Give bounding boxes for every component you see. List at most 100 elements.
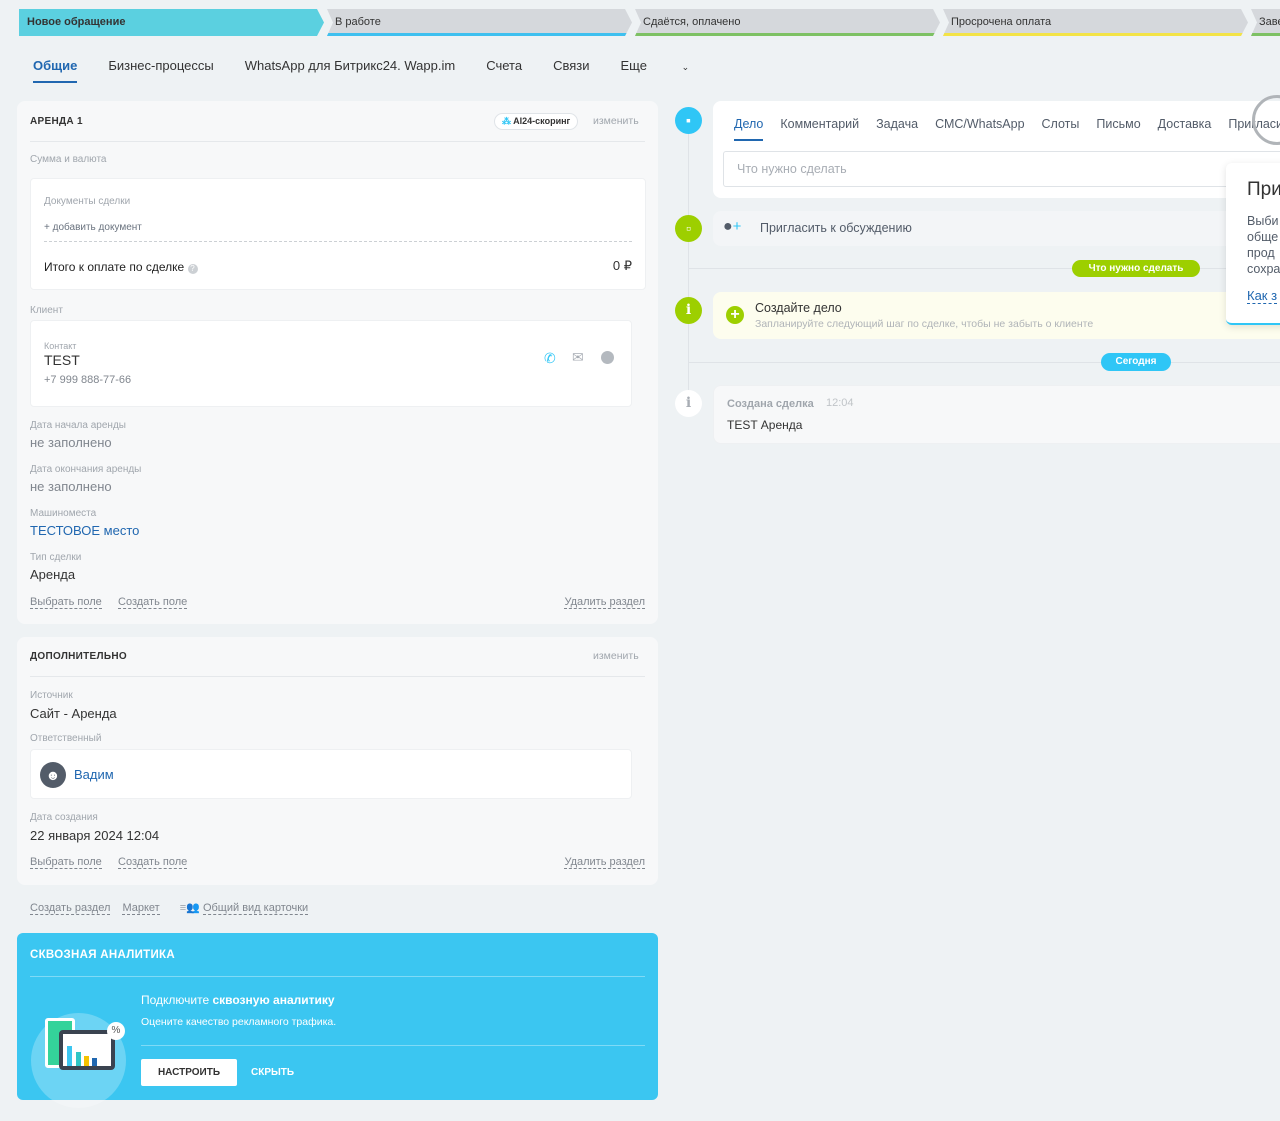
- stage-rented-paid[interactable]: Сдаётся, оплачено: [635, 9, 940, 36]
- tab-invoices[interactable]: Счета: [486, 58, 522, 83]
- contact-card: Контакт TEST +7 999 888-77-66 ✆ ✉: [30, 320, 632, 407]
- client-label: Клиент: [30, 305, 63, 316]
- section-additional: ДОПОЛНИТЕЛЬНО изменить Источник Сайт - А…: [17, 637, 658, 885]
- delete-section-link[interactable]: Удалить раздел: [564, 856, 645, 869]
- field-value: Аренда: [30, 567, 76, 582]
- stage-overdue[interactable]: Просрочена оплата: [943, 9, 1248, 36]
- stage-in-work[interactable]: В работе: [327, 9, 632, 36]
- popup-text: Выби обще прод сохра: [1247, 213, 1280, 277]
- responsible-name[interactable]: Вадим: [74, 767, 114, 782]
- scoring-icon: ⁂: [502, 116, 511, 126]
- activity-tabs: Дело Комментарий Задача СМС/WhatsApp Слоты Пи…: [734, 115, 1280, 141]
- bottom-links: Создать раздел Маркет ≡👥 Общий вид карто…: [30, 901, 309, 915]
- parking-link[interactable]: ТЕСТОВОЕ место: [30, 523, 141, 538]
- event-time: 12:04: [826, 397, 854, 409]
- today-badge: Сегодня: [1101, 353, 1171, 371]
- create-field-link[interactable]: Создать поле: [118, 856, 188, 869]
- edit-link[interactable]: изменить: [593, 650, 639, 662]
- contact-name[interactable]: TEST: [44, 352, 80, 368]
- create-subtitle: Запланируйте следующий шаг по сделке, чт…: [755, 318, 1094, 330]
- analytics-line2: Оцените качество рекламного трафика.: [141, 1016, 337, 1028]
- tab-delivery[interactable]: Доставка: [1158, 117, 1212, 131]
- tab-task[interactable]: Задача: [876, 117, 918, 131]
- tab-links[interactable]: Связи: [553, 58, 589, 83]
- tab-general[interactable]: Общие: [33, 58, 78, 83]
- timeline-line: [688, 120, 689, 410]
- deal-tabs: Общие Бизнес-процессы WhatsApp для Битри…: [33, 58, 751, 83]
- contact-label: Контакт: [44, 341, 77, 351]
- phone-icon[interactable]: ✆: [544, 350, 556, 367]
- info-icon: i: [675, 390, 702, 417]
- tab-email[interactable]: Письмо: [1096, 117, 1140, 131]
- popup-line: обще: [1247, 230, 1279, 244]
- create-activity-prompt[interactable]: + Создайте дело Запланируйте следующий ш…: [713, 292, 1280, 339]
- analytics-title: СКВОЗНАЯ АНАЛИТИКА: [30, 949, 175, 961]
- field-value: не заполнено: [30, 479, 112, 494]
- invite-label: Пригласить к обсуждению: [760, 221, 912, 235]
- invite-hint-popup: При Выби обще прод сохра Как з: [1226, 163, 1280, 325]
- market-link[interactable]: Маркет: [122, 902, 160, 915]
- field-value: не заполнено: [30, 435, 112, 450]
- popup-line: прод: [1247, 246, 1275, 260]
- delete-section-link[interactable]: Удалить раздел: [564, 596, 645, 609]
- section-rent: АРЕНДА 1 ⁂ AI24-скоринг изменить Сумма и…: [17, 101, 658, 624]
- help-icon[interactable]: ?: [187, 264, 198, 274]
- add-user-icon: ●+: [723, 218, 742, 235]
- created-value: 22 января 2024 12:04: [30, 828, 160, 843]
- tab-comment[interactable]: Комментарий: [780, 117, 859, 131]
- event-text: TEST Аренда: [727, 418, 803, 432]
- sum-label: Сумма и валюта: [30, 154, 107, 165]
- popup-title: При: [1247, 179, 1280, 200]
- activity-input[interactable]: Что нужно сделать: [723, 151, 1280, 187]
- analytics-banner: СКВОЗНАЯ АНАЛИТИКА % Подключите сквозную…: [17, 933, 658, 1108]
- setup-button[interactable]: НАСТРОИТЬ: [141, 1059, 237, 1086]
- plus-icon[interactable]: +: [726, 306, 744, 324]
- mail-icon[interactable]: ✉: [572, 349, 584, 366]
- edit-link[interactable]: изменить: [593, 115, 639, 127]
- section-title: АРЕНДА 1: [30, 116, 83, 127]
- documents-box: Документы сделки + добавить документ Ито…: [30, 178, 646, 290]
- stage-new[interactable]: Новое обращение: [19, 9, 324, 36]
- activity-editor: Дело Комментарий Задача СМС/WhatsApp Слоты Пи…: [713, 101, 1280, 198]
- create-section-link[interactable]: Создать раздел: [30, 902, 111, 915]
- info-icon: i: [675, 297, 702, 324]
- fields-list: Дата начала аренды не заполнено Дата окон…: [30, 420, 141, 596]
- field-label: Дата начала аренды: [30, 420, 126, 431]
- responsible-card: ☻ Вадим: [30, 749, 632, 799]
- popup-line: Выби: [1247, 214, 1279, 228]
- total-label: Итого к оплате по сделке ?: [44, 260, 198, 274]
- avatar: ☻: [40, 762, 66, 788]
- tab-whatsapp[interactable]: WhatsApp для Битрикс24. Wapp.im: [245, 58, 455, 83]
- source-value: Сайт - Аренда: [30, 706, 117, 721]
- chat-icon[interactable]: [601, 351, 614, 364]
- create-title: Создайте дело: [755, 301, 842, 315]
- docs-label: Документы сделки: [44, 196, 131, 207]
- source-label: Источник: [30, 690, 73, 701]
- invite-row[interactable]: ●+ Пригласить к обсуждению: [713, 211, 1280, 246]
- analytics-illustration-icon: %: [31, 998, 126, 1108]
- section-title: ДОПОЛНИТЕЛЬНО: [30, 651, 127, 662]
- event-created-deal: Создана сделка 12:04 TEST Аренда: [713, 385, 1280, 444]
- tab-deal-activity[interactable]: Дело: [734, 117, 764, 141]
- ai-scoring-badge[interactable]: ⁂ AI24-скоринг: [494, 113, 579, 130]
- hide-button[interactable]: СКРЫТЬ: [251, 1067, 294, 1078]
- tab-more[interactable]: Еще ⌄: [620, 58, 720, 83]
- todo-badge: Что нужно сделать: [1072, 260, 1200, 277]
- chat-icon: ▫: [675, 215, 702, 242]
- add-document-link[interactable]: + добавить документ: [44, 222, 142, 233]
- contact-phone[interactable]: +7 999 888-77-66: [44, 374, 131, 386]
- select-field-link[interactable]: Выбрать поле: [30, 856, 102, 869]
- tab-business-processes[interactable]: Бизнес-процессы: [108, 58, 213, 83]
- card-view-icon: ≡👥: [179, 902, 200, 914]
- create-field-link[interactable]: Создать поле: [118, 596, 188, 609]
- chevron-down-icon: ⌄: [681, 62, 690, 72]
- analytics-line1: Подключите сквозную аналитику: [141, 993, 335, 1007]
- card-view-link[interactable]: Общий вид карточки: [202, 902, 309, 915]
- stage-complete[interactable]: Заве: [1251, 9, 1280, 36]
- select-field-link[interactable]: Выбрать поле: [30, 596, 102, 609]
- popup-link[interactable]: Как з: [1247, 288, 1278, 304]
- field-label: Дата окончания аренды: [30, 464, 142, 475]
- popup-line: сохра: [1247, 262, 1280, 276]
- tab-slots[interactable]: Слоты: [1042, 117, 1080, 131]
- tab-sms-whatsapp[interactable]: СМС/WhatsApp: [935, 117, 1024, 131]
